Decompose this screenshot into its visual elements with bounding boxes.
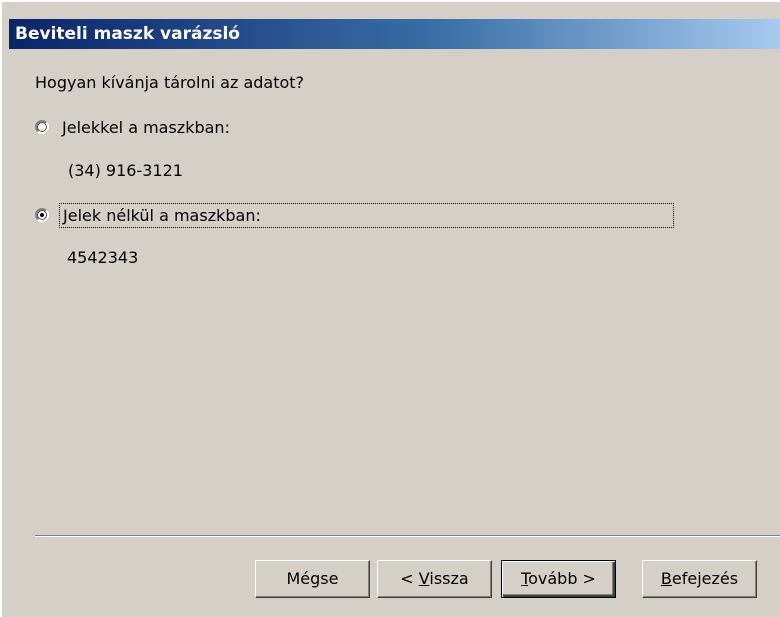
option-with-symbols-radio[interactable]: Jelekkel a maszkban: (35, 114, 233, 140)
option-without-symbols-label[interactable]: Jelek nélkül a maszkban: (59, 202, 674, 228)
back-button-prefix: < (400, 569, 419, 588)
button-separator (35, 535, 780, 537)
finish-button[interactable]: Befejezés (642, 560, 757, 598)
dialog-title-bar[interactable]: Beviteli maszk varázsló (9, 19, 780, 49)
input-mask-wizard-dialog: Beviteli maszk varázsló Hogyan kívánja t… (0, 0, 780, 617)
next-button-label: ovább > (528, 569, 596, 588)
radio-button-checked[interactable] (35, 208, 49, 222)
cancel-button[interactable]: Mégse (255, 560, 370, 598)
back-button-access-key: V (418, 569, 430, 588)
back-button-label: issza (429, 569, 469, 588)
option-without-symbols-sample: 4542343 (67, 248, 139, 267)
option-with-symbols-sample: (34) 916-3121 (68, 161, 183, 180)
option-without-symbols-radio[interactable]: Jelek nélkül a maszkban: (35, 202, 674, 228)
dialog-title: Beviteli maszk varázsló (15, 24, 240, 44)
question-label: Hogyan kívánja tárolni az adatot? (35, 73, 305, 92)
next-button[interactable]: Tovább > (501, 560, 616, 598)
finish-button-access-key: B (660, 569, 672, 588)
radio-button-unchecked[interactable] (35, 120, 49, 134)
finish-button-label: efejezés (671, 569, 739, 588)
back-button[interactable]: < Vissza (377, 560, 492, 598)
cancel-button-label: Mégse (286, 569, 339, 588)
option-with-symbols-label[interactable]: Jelekkel a maszkban: (59, 116, 233, 139)
